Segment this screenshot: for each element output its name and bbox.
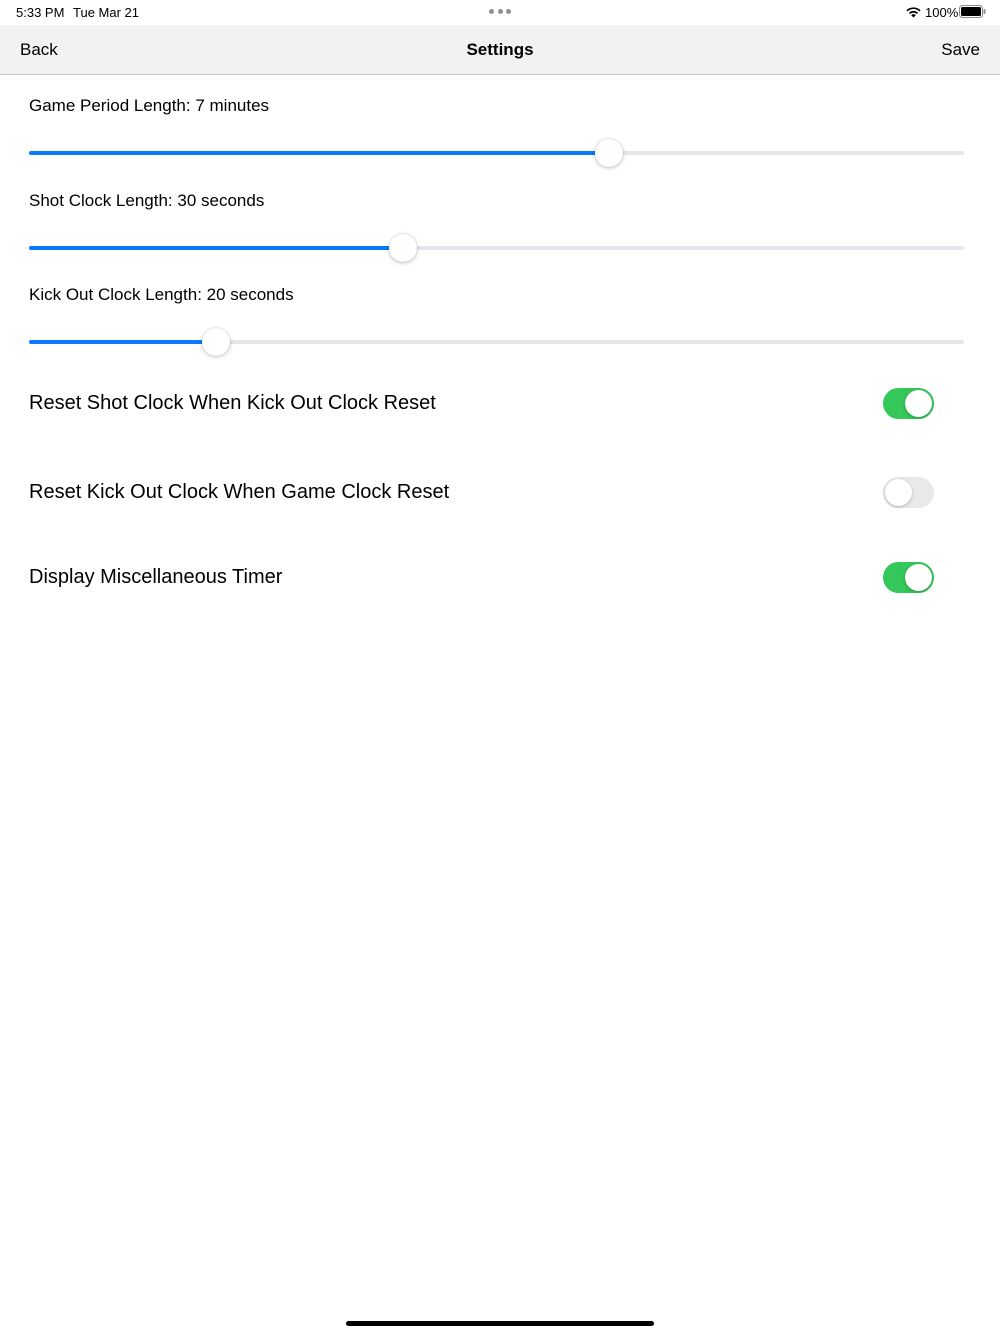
reset-shot-clock-toggle[interactable] xyxy=(883,388,934,419)
game-period-length-label: Game Period Length: 7 minutes xyxy=(29,96,270,115)
slider-fill xyxy=(29,151,609,155)
navigation-bar: Back Settings Save xyxy=(0,25,1000,75)
battery-percent: 100% xyxy=(925,5,959,20)
shot-clock-length-slider[interactable] xyxy=(29,233,964,263)
save-button[interactable]: Save xyxy=(941,40,980,60)
page-title: Settings xyxy=(466,40,534,59)
home-indicator[interactable] xyxy=(346,1321,654,1326)
kick-out-clock-length-label: Kick Out Clock Length: 20 seconds xyxy=(29,285,294,304)
kick-out-clock-length-slider[interactable] xyxy=(29,327,964,357)
toggle-knob xyxy=(905,390,932,417)
toggle-knob xyxy=(885,479,912,506)
status-bar: 5:33 PM Tue Mar 21 100% xyxy=(0,0,1000,25)
wifi-icon xyxy=(906,7,921,18)
status-date: Tue Mar 21 xyxy=(73,5,139,20)
slider-thumb[interactable] xyxy=(389,234,417,262)
slider-thumb[interactable] xyxy=(202,328,230,356)
slider-fill xyxy=(29,246,403,250)
display-misc-timer-label: Display Miscellaneous Timer xyxy=(29,566,283,588)
battery-icon xyxy=(959,5,986,18)
reset-kick-out-clock-toggle[interactable] xyxy=(883,477,934,508)
slider-thumb[interactable] xyxy=(594,139,623,167)
toggle-knob xyxy=(905,564,932,591)
reset-kick-out-clock-label: Reset Kick Out Clock When Game Clock Res… xyxy=(29,481,450,503)
status-time: 5:33 PM xyxy=(16,5,65,20)
reset-shot-clock-label: Reset Shot Clock When Kick Out Clock Res… xyxy=(29,392,436,414)
slider-fill xyxy=(29,340,216,344)
display-misc-timer-toggle[interactable] xyxy=(883,562,934,593)
more-dots-icon[interactable] xyxy=(489,9,511,15)
game-period-length-slider[interactable] xyxy=(29,138,964,168)
shot-clock-length-label: Shot Clock Length: 30 seconds xyxy=(29,191,265,210)
